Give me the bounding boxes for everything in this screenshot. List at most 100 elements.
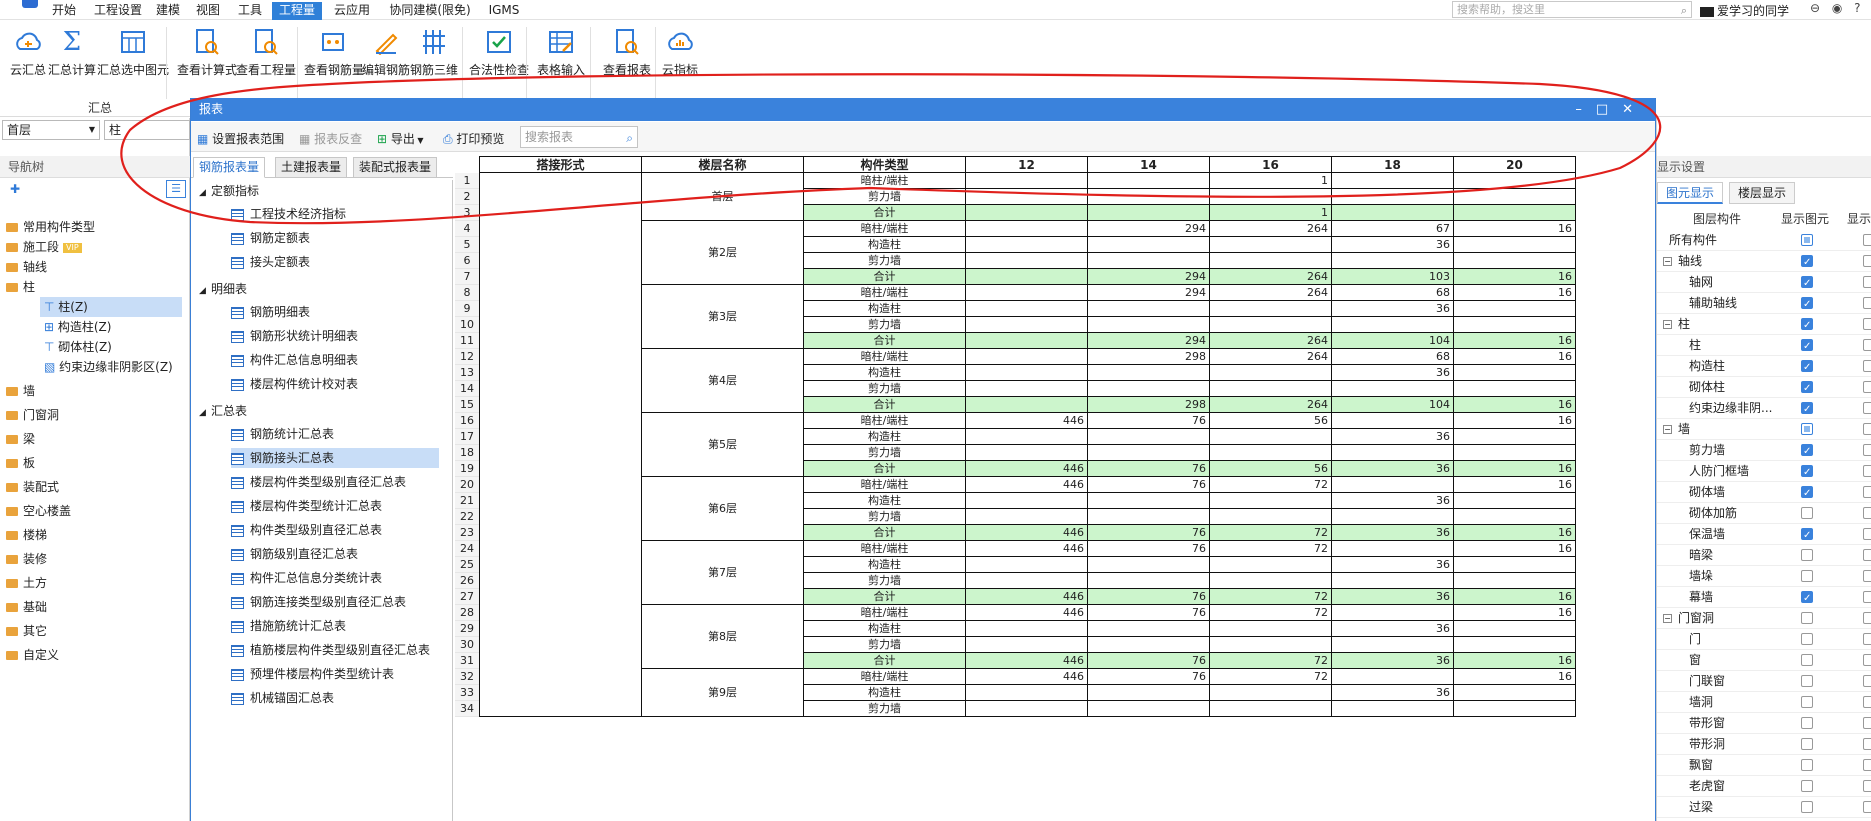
layer-row[interactable]: − 轴线 — [1657, 251, 1871, 273]
show-element-checkbox[interactable] — [1801, 336, 1813, 357]
help-search-input[interactable]: 搜索帮助，搜这里 ⌕ — [1452, 1, 1692, 18]
layer-row[interactable]: 人防门框墙 — [1657, 461, 1871, 483]
show-checkbox[interactable] — [1863, 381, 1871, 393]
nav-item-beam[interactable]: 梁 — [6, 429, 35, 449]
show-element-checkbox[interactable] — [1801, 315, 1813, 336]
menu-start[interactable]: 开始 — [52, 2, 76, 20]
tree-item[interactable]: 钢筋定额表 — [231, 228, 439, 248]
tab-element-display[interactable]: 图元显示 — [1657, 182, 1724, 204]
tree-item[interactable]: 钢筋级别直径汇总表 — [231, 544, 439, 564]
nav-item-foundation[interactable]: 基础 — [6, 597, 47, 617]
show-element-checkbox[interactable] — [1801, 780, 1813, 792]
show-checkbox[interactable] — [1863, 717, 1871, 729]
nav-item-other[interactable]: 其它 — [6, 621, 47, 641]
show-checkbox[interactable] — [1863, 276, 1871, 288]
list-view-icon[interactable]: ☰ — [166, 180, 186, 198]
menu-modeling[interactable]: 建模 — [156, 2, 180, 20]
show-element-checkbox[interactable] — [1801, 507, 1813, 519]
collapse-icon[interactable]: − — [1663, 320, 1672, 329]
menu-cloud[interactable]: 云应用 — [334, 2, 370, 20]
layer-row[interactable]: 门 — [1657, 629, 1871, 650]
expand-arrow-icon[interactable]: ◢ — [199, 282, 211, 300]
tree-item[interactable]: 工程技术经济指标 — [231, 204, 439, 224]
tree-item[interactable]: 楼层构件类型级别直径汇总表 — [231, 472, 439, 492]
nav-item-hollow-floor[interactable]: 空心楼盖 — [6, 501, 71, 521]
nav-item-masonry-column[interactable]: ⊤ 砌体柱(Z) — [44, 337, 112, 357]
nav-item-custom[interactable]: 自定义 — [6, 645, 59, 665]
nav-item-axis[interactable]: 轴线 — [6, 257, 47, 277]
nav-item-stairs[interactable]: 楼梯 — [6, 525, 47, 545]
report-search-input[interactable]: 搜索报表 ⌕ — [520, 126, 638, 148]
nav-item-column-z[interactable]: ⊤ 柱(Z) — [40, 297, 182, 317]
show-checkbox[interactable] — [1863, 612, 1871, 624]
show-element-checkbox[interactable] — [1801, 570, 1813, 582]
show-element-checkbox[interactable] — [1801, 357, 1813, 378]
tree-item[interactable]: 楼层构件统计校对表 — [231, 374, 439, 394]
layer-row[interactable]: 门联窗 — [1657, 671, 1871, 692]
nav-item-door-window[interactable]: 门窗洞 — [6, 405, 59, 425]
show-element-checkbox[interactable] — [1801, 654, 1813, 666]
show-element-checkbox[interactable] — [1801, 273, 1813, 294]
expand-arrow-icon[interactable]: ◢ — [199, 404, 211, 422]
show-element-checkbox[interactable] — [1801, 696, 1813, 708]
legality-check-button[interactable]: 合法性检查 — [469, 27, 529, 78]
show-element-checkbox[interactable] — [1801, 675, 1813, 687]
show-element-checkbox[interactable] — [1801, 525, 1813, 546]
nav-item-construction-segment[interactable]: 施工段 VIP — [6, 237, 82, 257]
tree-item[interactable]: 构件汇总信息分类统计表 — [231, 568, 439, 588]
layer-row[interactable]: 暗梁 — [1657, 545, 1871, 566]
nav-item-earthwork[interactable]: 土方 — [6, 573, 47, 593]
nav-item-column[interactable]: 柱 — [6, 277, 35, 297]
layer-row[interactable]: 砌体加筋 — [1657, 503, 1871, 524]
layer-row[interactable]: 辅助轴线 — [1657, 293, 1871, 315]
show-checkbox[interactable] — [1863, 360, 1871, 372]
show-element-checkbox[interactable] — [1801, 549, 1813, 561]
tree-item[interactable]: 机械锚固汇总表 — [231, 688, 439, 708]
tree-item[interactable]: 钢筋明细表 — [231, 302, 439, 322]
menu-view[interactable]: 视图 — [196, 2, 220, 20]
layer-row[interactable]: 柱 — [1657, 335, 1871, 357]
tree-item[interactable]: 钢筋接头汇总表 — [231, 448, 439, 468]
nav-item-wall[interactable]: 墙 — [6, 381, 35, 401]
layer-row[interactable]: 砌体墙 — [1657, 482, 1871, 504]
tree-item[interactable]: 钢筋连接类型级别直径汇总表 — [231, 592, 439, 612]
tree-group[interactable]: ◢ 明细表 — [199, 280, 247, 298]
layer-row[interactable]: 保温墙 — [1657, 524, 1871, 546]
show-checkbox[interactable] — [1863, 528, 1871, 540]
show-checkbox[interactable] — [1863, 486, 1871, 498]
show-element-checkbox[interactable] — [1801, 462, 1813, 483]
collapse-icon[interactable]: − — [1663, 257, 1672, 266]
nav-item-decoration[interactable]: 装修 — [6, 549, 47, 569]
tree-item[interactable]: 构件汇总信息明细表 — [231, 350, 439, 370]
layer-row[interactable]: 飘窗 — [1657, 755, 1871, 776]
show-checkbox[interactable] — [1863, 801, 1871, 813]
tab-rebar-report[interactable]: 钢筋报表量 — [193, 157, 266, 178]
show-element-checkbox[interactable] — [1801, 588, 1813, 609]
tree-group[interactable]: ◢ 定额指标 — [199, 182, 259, 200]
layer-row[interactable]: 剪力墙 — [1657, 440, 1871, 462]
show-checkbox[interactable] — [1863, 507, 1871, 519]
tree-item[interactable]: 措施筋统计汇总表 — [231, 616, 439, 636]
show-element-checkbox[interactable] — [1801, 234, 1813, 246]
show-element-checkbox[interactable] — [1801, 294, 1813, 315]
show-checkbox[interactable] — [1863, 255, 1871, 267]
nav-item-constructional-column[interactable]: ⊞ 构造柱(Z) — [44, 317, 111, 337]
show-element-checkbox[interactable] — [1801, 423, 1813, 435]
tree-item[interactable]: 楼层构件类型统计汇总表 — [231, 496, 439, 516]
report-reverse-check-button[interactable]: ▦ 报表反查 — [299, 130, 362, 147]
view-formula-button[interactable]: 查看计算式 — [177, 27, 237, 78]
view-quantity-button[interactable]: 查看工程量 — [236, 27, 296, 78]
collapse-icon[interactable]: − — [1663, 425, 1672, 434]
show-checkbox[interactable] — [1863, 654, 1871, 666]
tree-item[interactable]: 钢筋统计汇总表 — [231, 424, 439, 444]
menu-project-settings[interactable]: 工程设置 — [94, 2, 142, 20]
nav-item-common-types[interactable]: 常用构件类型 — [6, 217, 95, 237]
show-checkbox[interactable] — [1863, 423, 1871, 435]
show-checkbox[interactable] — [1863, 297, 1871, 309]
show-checkbox[interactable] — [1863, 696, 1871, 708]
show-checkbox[interactable] — [1863, 339, 1871, 351]
show-checkbox[interactable] — [1863, 675, 1871, 687]
menu-quantity[interactable]: 工程量 — [272, 2, 322, 20]
cloud-index-button[interactable]: 云指标 — [662, 27, 698, 78]
show-element-checkbox[interactable] — [1801, 252, 1813, 273]
